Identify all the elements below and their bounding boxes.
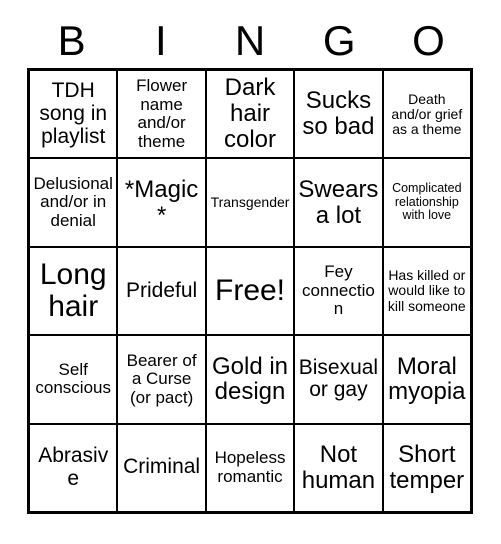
bingo-cell[interactable]: Fey connection (295, 247, 384, 335)
bingo-cell[interactable]: Prideful (118, 247, 207, 335)
bingo-cell-label: Prideful (126, 278, 198, 302)
bingo-row: Long hair Prideful Free! Fey connection Has … (30, 247, 471, 337)
bingo-cell-label: Complicated relationship with love (392, 181, 462, 223)
bingo-cell-label: Sucks so bad (302, 87, 375, 141)
bingo-cell[interactable]: Sucks so bad (295, 71, 384, 158)
bingo-cell[interactable]: Self conscious (30, 336, 119, 423)
bingo-cell-label: Gold in design (211, 352, 289, 406)
bingo-cell-label: Transgender (210, 194, 290, 211)
bingo-cell[interactable]: Criminal (118, 424, 207, 512)
header-letter-b: B (57, 17, 86, 64)
bingo-cell-label: Flower name and/or theme (136, 76, 188, 151)
bingo-cell-label: Criminal (123, 455, 201, 479)
bingo-row: Self conscious Bearer of a Curse (or pact… (30, 336, 471, 425)
bingo-header: B I N G O (27, 14, 473, 68)
bingo-cell[interactable]: Bearer of a Curse (or pact) (118, 336, 207, 423)
bingo-cell[interactable]: Swears a lot (295, 159, 384, 246)
bingo-cell[interactable]: Not human (295, 424, 384, 512)
header-letter-i: I (154, 17, 167, 64)
bingo-card: B I N G O TDH song in playlist Flower nam… (0, 0, 501, 544)
header-letter-n: N (234, 17, 266, 64)
bingo-cell-label: Death and/or grief as a theme (391, 90, 463, 137)
bingo-grid: TDH song in playlist Flower name and/or t… (27, 68, 473, 514)
bingo-cell-label: Delusional and/or in denial (33, 174, 113, 230)
bingo-cell-label: Fey connection (302, 262, 375, 319)
bingo-free-space[interactable]: Free! (206, 247, 296, 335)
bingo-cell[interactable]: Death and/or grief as a theme (383, 71, 471, 158)
bingo-cell-label: Bearer of a Curse (or pact) (126, 350, 197, 407)
bingo-cell[interactable]: Hopeless romantic (206, 424, 296, 512)
header-letter-g: G (322, 17, 356, 64)
bingo-cell[interactable]: Abrasive (30, 424, 119, 512)
bingo-cell[interactable]: Delusional and/or in denial (30, 159, 119, 246)
bingo-cell[interactable]: Gold in design (206, 336, 296, 423)
bingo-cell[interactable]: Transgender (206, 159, 296, 246)
bingo-cell[interactable]: Long hair (30, 247, 119, 335)
bingo-cell-label: Bisexual or gay (298, 355, 379, 402)
bingo-cell-label: Not human (301, 440, 376, 494)
bingo-cell-label: Free! (215, 273, 286, 307)
bingo-cell-label: Has killed or would like to kill someone (387, 267, 466, 314)
bingo-cell[interactable]: Moral myopia (383, 336, 471, 423)
bingo-cell-label: Short temper (389, 440, 465, 494)
bingo-cell-label: *Magic* (124, 175, 199, 229)
bingo-row: Delusional and/or in denial *Magic* Transg… (30, 159, 471, 248)
bingo-cell[interactable]: Has killed or would like to kill someone (383, 247, 471, 335)
bingo-cell[interactable]: Flower name and/or theme (118, 71, 207, 158)
bingo-cell-label: Self conscious (35, 360, 111, 398)
bingo-cell-label: Dark hair color (224, 74, 277, 154)
bingo-cell-label: Moral myopia (388, 352, 466, 406)
bingo-cell[interactable]: TDH song in playlist (30, 71, 119, 158)
bingo-cell[interactable]: Short temper (383, 424, 471, 512)
bingo-cell-label: Swears a lot (298, 175, 379, 229)
bingo-cell-label: Abrasive (38, 444, 109, 490)
bingo-cell-label: TDH song in playlist (39, 79, 108, 148)
bingo-cell-label: Long hair (39, 257, 107, 324)
bingo-cell[interactable]: Bisexual or gay (295, 336, 384, 423)
bingo-cell[interactable]: *Magic* (118, 159, 207, 246)
header-letter-o: O (412, 17, 445, 64)
bingo-cell[interactable]: Complicated relationship with love (383, 159, 471, 246)
bingo-cell[interactable]: Dark hair color (206, 71, 296, 158)
bingo-row: Abrasive Criminal Hopeless romantic Not hum… (30, 424, 471, 512)
bingo-row: TDH song in playlist Flower name and/or t… (30, 71, 471, 160)
bingo-cell-label: Hopeless romantic (214, 448, 286, 486)
